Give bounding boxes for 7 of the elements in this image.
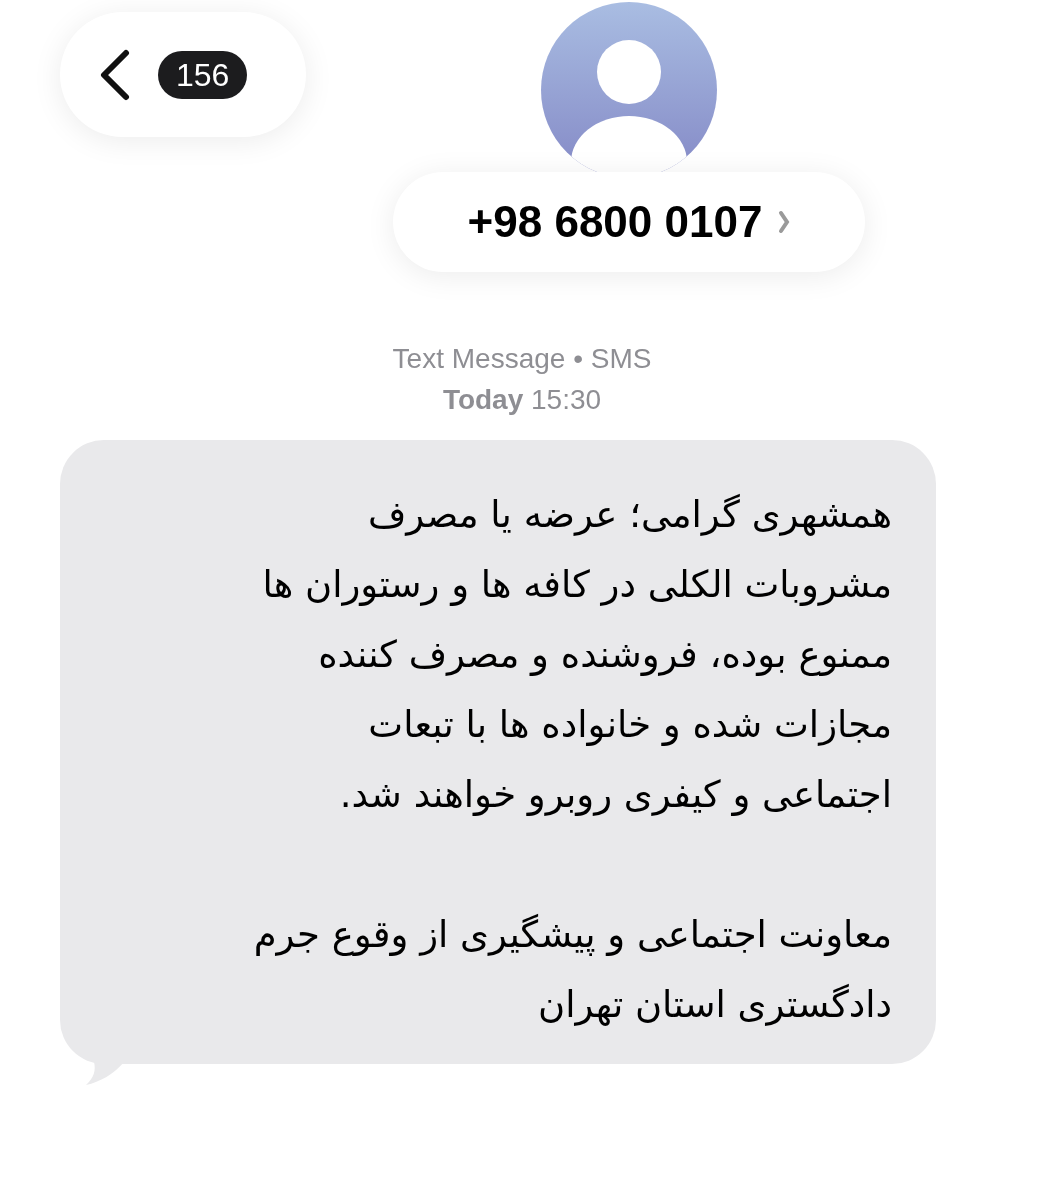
message-service: Text Message • SMS bbox=[392, 342, 652, 376]
message-text: معاونت اجتماعی و پیشگیری از وقوع جرم دادگستری استان تهران bbox=[252, 912, 892, 1028]
message-text: همشهری گرامی؛ عرضه یا مصرف مشروبات الکلی در کافه ها و رستوران ها ممنوع بوده، فروشنده و مصرف کننده مجازات شده و خانواده ها با تبعات اجتماعی و کیفری روبرو خواهند شد. bbox=[261, 492, 892, 818]
back-button[interactable]: 156 bbox=[60, 12, 306, 137]
message-time: Today 15:30 bbox=[442, 383, 602, 417]
chevron-icon bbox=[778, 210, 791, 234]
unread-badge: 156 bbox=[158, 50, 248, 99]
